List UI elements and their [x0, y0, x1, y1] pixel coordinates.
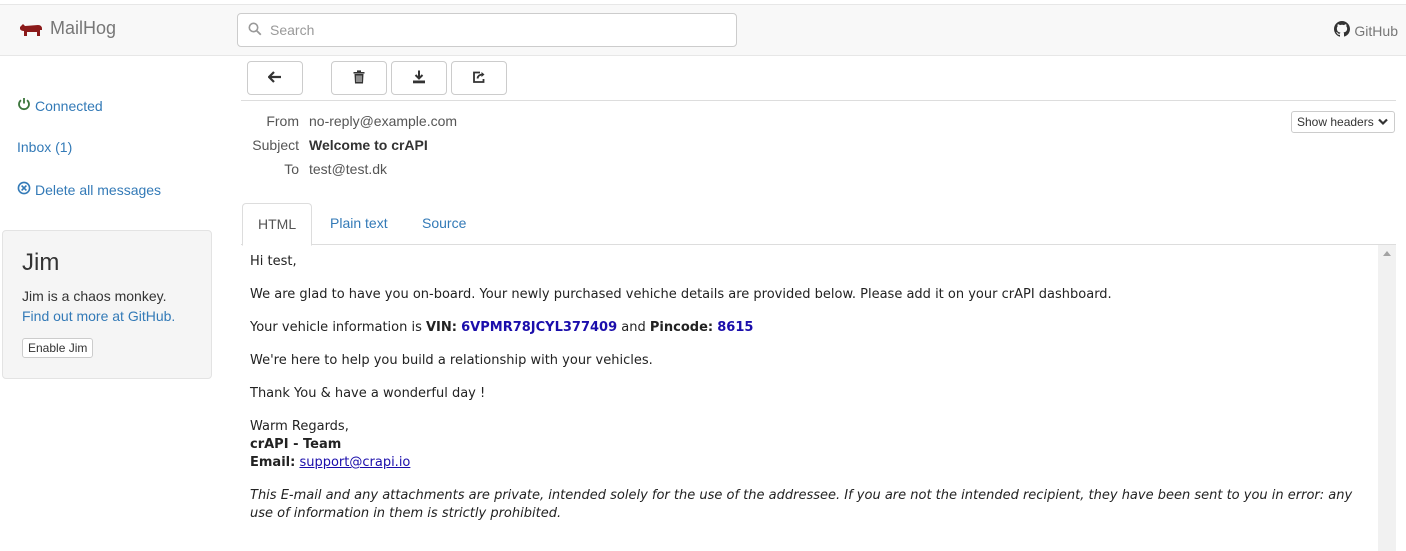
email-content: Hi test, We are glad to have you on-boar… — [250, 253, 1370, 538]
email-disclaimer: This E-mail and any attachments are priv… — [250, 488, 1353, 521]
email-help: We're here to help you build a relations… — [250, 353, 653, 368]
search-input[interactable] — [268, 21, 708, 39]
power-icon — [17, 97, 31, 114]
pincode-value: 8615 — [717, 320, 754, 335]
header-label: From — [266, 113, 299, 129]
header-value: Welcome to crAPI — [309, 137, 428, 153]
inbox-link[interactable]: Inbox (1) — [17, 139, 72, 155]
brand-name: MailHog — [50, 18, 117, 38]
delete-all-label: Delete all messages — [35, 181, 162, 198]
connected-label: Connected — [35, 97, 103, 114]
download-icon — [412, 70, 426, 87]
signature-team: crAPI - Team — [250, 437, 342, 452]
header-value: test@test.dk — [309, 161, 388, 177]
message-tabs: HTML Plain text Source — [241, 203, 1396, 246]
toolbar-divider — [241, 100, 1396, 101]
release-icon — [472, 70, 486, 87]
download-button[interactable] — [391, 61, 447, 95]
tab-plain-text[interactable]: Plain text — [315, 203, 403, 245]
trash-icon — [353, 69, 365, 87]
search-box[interactable] — [237, 13, 737, 47]
release-button[interactable] — [451, 61, 507, 95]
github-icon — [1334, 21, 1351, 40]
jim-description: Jim is a chaos monkey. — [22, 288, 167, 304]
jim-title: Jim — [22, 249, 60, 276]
email-intro: We are glad to have you on-board. Your n… — [250, 287, 1112, 302]
connection-status[interactable]: Connected — [17, 97, 103, 114]
message-scrollbar[interactable] — [1378, 245, 1396, 551]
tab-source[interactable]: Source — [407, 203, 481, 245]
delete-button[interactable] — [331, 61, 387, 95]
pincode-label: Pincode: — [649, 320, 714, 335]
signature-regards: Warm Regards, — [250, 419, 349, 434]
jim-github-link[interactable]: Find out more at GitHub. — [22, 308, 175, 324]
search-icon — [248, 22, 262, 39]
tab-html[interactable]: HTML — [242, 203, 313, 246]
email-thanks: Thank You & have a wonderful day ! — [250, 386, 486, 401]
back-button[interactable] — [247, 61, 303, 95]
enable-jim-button[interactable]: Enable Jim — [22, 338, 94, 358]
support-email-link[interactable]: support@crapi.io — [299, 455, 410, 470]
pig-logo-icon — [18, 21, 44, 37]
scroll-up-icon[interactable] — [1383, 251, 1391, 256]
github-link[interactable]: GitHub — [1334, 21, 1398, 40]
vin-value: 6VPMR78JCYL377409 — [461, 320, 618, 335]
signature-email-label: Email: — [250, 455, 296, 470]
email-vehicle-info: Your vehicle information is VIN: 6VPMR78… — [250, 320, 754, 335]
back-arrow-icon — [267, 70, 282, 86]
jim-panel: Jim Jim is a chaos monkey. Find out more… — [2, 230, 212, 379]
header-label: To — [284, 161, 299, 177]
delete-all-link[interactable]: Delete all messages — [17, 181, 161, 198]
show-headers-label: Show headers — [1297, 115, 1374, 129]
remove-circle-icon — [17, 181, 31, 198]
show-headers-button[interactable]: Show headers — [1291, 111, 1395, 133]
chevron-down-icon — [1377, 115, 1388, 129]
vin-label: VIN: — [426, 320, 457, 335]
brand[interactable]: MailHog — [18, 18, 116, 39]
header-value: no-reply@example.com — [309, 113, 458, 129]
github-label: GitHub — [1354, 22, 1398, 39]
navbar: MailHog GitHub — [0, 4, 1406, 56]
message-body-frame[interactable]: Hi test, We are glad to have you on-boar… — [241, 245, 1396, 551]
email-signature: Warm Regards, crAPI - Team Email: suppor… — [250, 418, 1370, 472]
header-label: Subject — [252, 137, 299, 153]
email-greeting: Hi test, — [250, 254, 297, 269]
